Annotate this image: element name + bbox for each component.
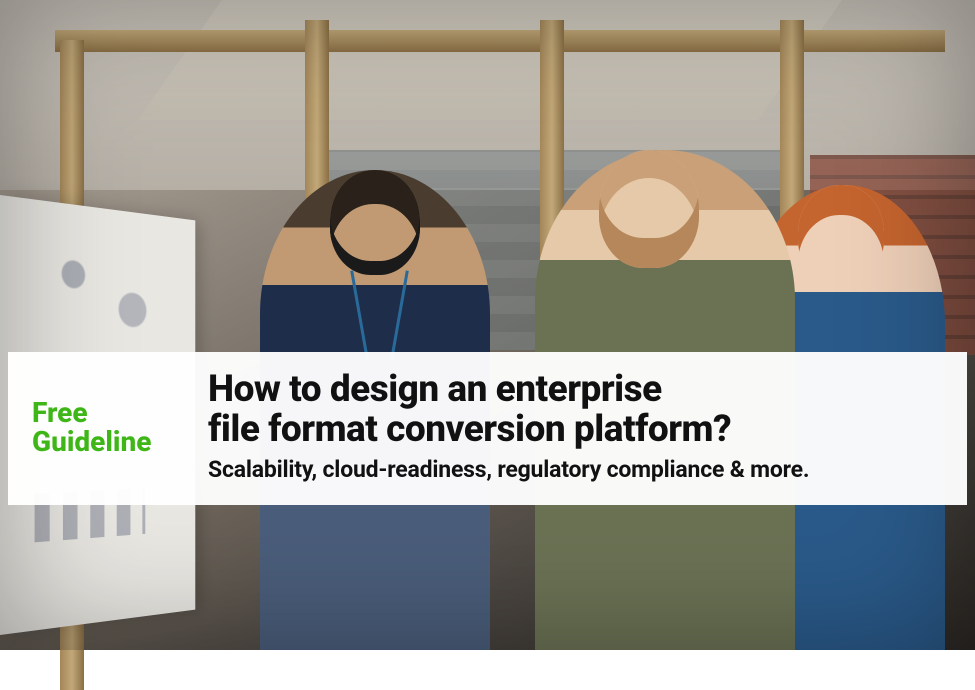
free-guideline-badge: Free Guideline	[32, 398, 190, 457]
text-banner: Free Guideline How to design an enterpri…	[8, 352, 967, 505]
badge-line2: Guideline	[32, 427, 190, 456]
headline-line1: How to design an enterprise	[208, 368, 662, 411]
hero-image: Free Guideline How to design an enterpri…	[0, 0, 975, 650]
headline: How to design an enterprise file format …	[208, 370, 943, 450]
ceiling-beam	[138, 0, 842, 120]
headline-line2: file format conversion platform?	[208, 408, 731, 451]
subhead: Scalability, cloud-readiness, regulatory…	[208, 456, 943, 485]
headline-block: How to design an enterprise file format …	[208, 370, 943, 485]
badge-line1: Free	[32, 398, 190, 427]
wood-frame-top	[55, 30, 945, 52]
